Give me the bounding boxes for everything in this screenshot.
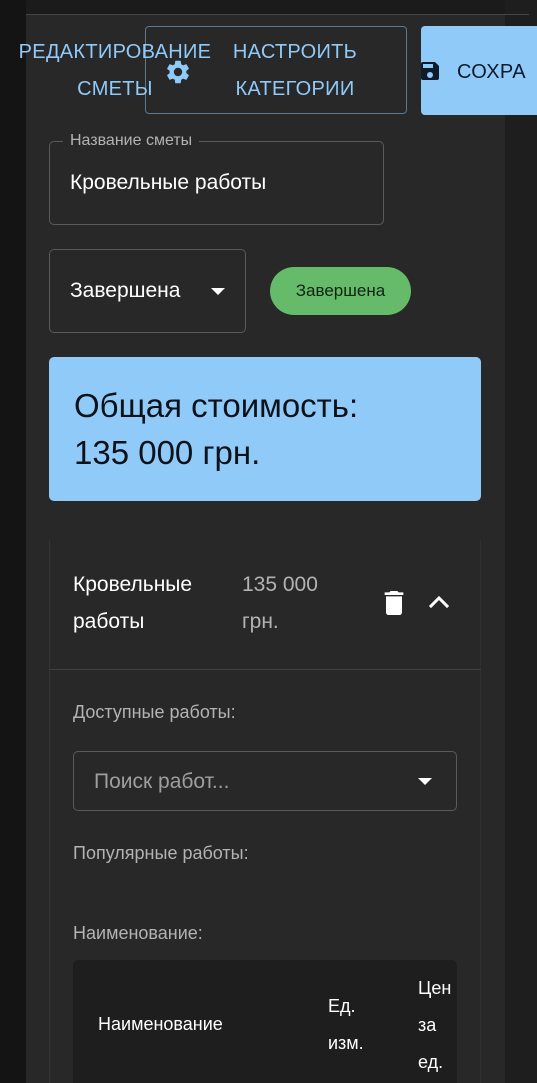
left-gutter <box>0 0 26 1083</box>
configure-label-line1: НАСТРОИТЬ <box>232 41 358 63</box>
estimate-name-label: Название сметы <box>63 131 200 151</box>
column-header-unit: Ед. изм. <box>328 988 364 1062</box>
top-divider <box>26 14 529 15</box>
category-divider <box>49 669 481 670</box>
category-card-border-right <box>480 540 481 1083</box>
estimate-name-value: Кровельные работы <box>70 171 267 194</box>
status-badge: Завершена <box>270 267 411 315</box>
column-header-price-line2: за <box>418 1015 437 1035</box>
trash-icon[interactable] <box>383 591 405 615</box>
category-name-line1: Кровельные <box>73 573 193 596</box>
status-select-value: Завершена <box>70 279 181 302</box>
work-name-label: Наименование: <box>73 923 203 943</box>
total-cost-label: Общая стоимость: <box>74 387 359 424</box>
category-card-border <box>49 540 50 1083</box>
column-header-name: Наименование <box>98 1014 223 1034</box>
floppy-disk-icon <box>421 62 439 80</box>
column-header-price: Цен за ед. <box>418 970 451 1081</box>
category-name-line2: работы <box>73 610 145 633</box>
popular-works-label: Популярные работы: <box>73 843 249 863</box>
column-header-unit-line1: Ед. <box>328 996 356 1016</box>
category-cost-line1: 135 000 <box>242 573 318 596</box>
works-table: Наименование Ед. изм. Цен за ед. <box>73 960 457 1083</box>
configure-label-line2: КАТЕГОРИИ <box>235 78 355 100</box>
gear-icon <box>167 60 189 84</box>
column-header-price-line1: Цен <box>418 978 452 998</box>
dropdown-arrow-icon[interactable] <box>418 778 432 785</box>
category-name[interactable]: Кровельные работы <box>73 566 223 640</box>
chevron-up-icon[interactable] <box>428 592 450 612</box>
configure-categories-label: НАСТРОИТЬ КАТЕГОРИИ <box>216 34 374 108</box>
category-cost-line2: грн. <box>242 610 279 633</box>
column-header-unit-line2: изм. <box>328 1033 364 1053</box>
right-gutter <box>505 0 537 1083</box>
estimate-editor-screen: РЕДАКТИРОВАНИЕ СМЕТЫ НАСТРОИТЬ КАТЕГОРИИ… <box>0 0 537 1083</box>
save-button-label: СОХРА <box>457 61 526 83</box>
total-cost-value: 135 000 грн. <box>74 434 261 471</box>
available-works-label: Доступные работы: <box>73 702 236 722</box>
category-cost: 135 000 грн. <box>242 566 352 640</box>
dropdown-arrow-icon <box>211 288 225 295</box>
works-search-placeholder: Поиск работ... <box>94 770 230 793</box>
column-header-price-line3: ед. <box>418 1052 444 1072</box>
